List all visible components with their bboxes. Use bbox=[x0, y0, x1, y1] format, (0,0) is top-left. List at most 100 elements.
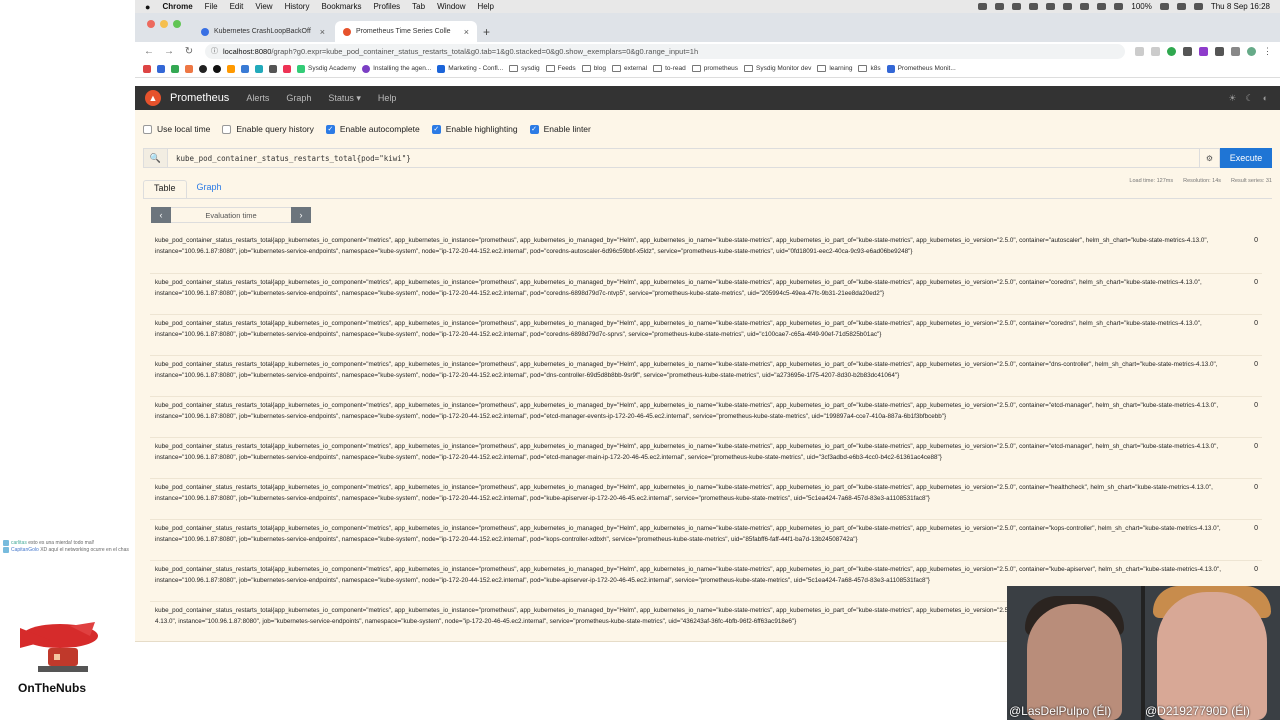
extensions-puzzle-icon[interactable] bbox=[1215, 46, 1224, 56]
status-icon[interactable] bbox=[1012, 3, 1022, 10]
battery-percent[interactable]: 100% bbox=[1131, 2, 1151, 11]
table-row[interactable]: kube_pod_container_status_restarts_total… bbox=[150, 396, 1262, 437]
option-enable-autocomplete[interactable]: ✓ Enable autocomplete bbox=[325, 124, 420, 134]
table-row[interactable]: kube_pod_container_status_restarts_total… bbox=[150, 355, 1262, 396]
menu-profiles[interactable]: Profiles bbox=[373, 2, 400, 11]
back-icon[interactable]: ← bbox=[143, 46, 155, 57]
table-row[interactable]: kube_pod_container_status_restarts_total… bbox=[150, 273, 1262, 314]
checkbox-icon[interactable] bbox=[222, 124, 232, 134]
zoom-window-icon[interactable] bbox=[173, 20, 181, 28]
evaluation-time-input[interactable]: Evaluation time bbox=[171, 207, 291, 223]
bookmark-icon[interactable] bbox=[283, 64, 291, 73]
bookmark-installing-agent[interactable]: Installing the agen... bbox=[362, 64, 431, 73]
bookmark-marketing-confluence[interactable]: Marketing - Confl... bbox=[437, 64, 503, 73]
share-icon[interactable] bbox=[1135, 46, 1144, 56]
nav-help[interactable]: Help bbox=[378, 93, 397, 103]
table-row[interactable]: kube_pod_container_status_restarts_total… bbox=[150, 314, 1262, 355]
browser-tab-active[interactable]: Prometheus Time Series Colle × bbox=[335, 21, 477, 42]
menu-view[interactable]: View bbox=[255, 2, 272, 11]
table-row[interactable]: kube_pod_container_status_restarts_total… bbox=[150, 437, 1262, 478]
metrics-explorer-icon[interactable]: ⚙ bbox=[1200, 148, 1220, 168]
menu-tab[interactable]: Tab bbox=[412, 2, 425, 11]
side-panel-icon[interactable] bbox=[1231, 46, 1240, 56]
tab-graph[interactable]: Graph bbox=[187, 180, 232, 198]
menu-chrome[interactable]: Chrome bbox=[162, 2, 192, 11]
status-icon[interactable] bbox=[995, 3, 1005, 10]
table-row[interactable]: kube_pod_container_status_restarts_total… bbox=[150, 519, 1262, 560]
amazon-bookmark-icon[interactable] bbox=[227, 64, 235, 73]
calendar-bookmark-icon[interactable] bbox=[157, 64, 165, 73]
reload-icon[interactable]: ↻ bbox=[183, 46, 195, 57]
menu-file[interactable]: File bbox=[205, 2, 218, 11]
search-icon[interactable] bbox=[1193, 3, 1203, 10]
bookmark-icon[interactable] bbox=[213, 64, 221, 73]
clock[interactable]: Thu 8 Sep 16:28 bbox=[1211, 2, 1270, 11]
status-icon[interactable] bbox=[978, 3, 988, 10]
apple-menu-icon[interactable]: ● bbox=[145, 2, 150, 12]
browser-tab[interactable]: Kubernetes CrashLoopBackOff × bbox=[193, 21, 333, 42]
bookmark-icon[interactable] bbox=[241, 64, 249, 73]
status-icon[interactable] bbox=[1080, 3, 1090, 10]
battery-icon[interactable] bbox=[1159, 3, 1169, 10]
bookmark-prometheus-monitoring[interactable]: Prometheus Monit... bbox=[886, 64, 956, 73]
bookmark-folder-sysdig[interactable]: sysdig bbox=[509, 65, 540, 72]
auto-theme-icon[interactable]: ◐ bbox=[1263, 93, 1268, 104]
minimize-window-icon[interactable] bbox=[160, 20, 168, 28]
new-tab-icon[interactable]: + bbox=[483, 25, 490, 39]
bookmark-icon[interactable] bbox=[269, 64, 277, 73]
bookmark-sysdig-academy[interactable]: Sysdig Academy bbox=[297, 64, 356, 73]
gmail-bookmark-icon[interactable] bbox=[143, 64, 151, 73]
close-window-icon[interactable] bbox=[147, 20, 155, 28]
bookmark-folder-prometheus[interactable]: prometheus bbox=[691, 65, 738, 72]
bookmark-icon[interactable] bbox=[185, 64, 193, 73]
nav-alerts[interactable]: Alerts bbox=[246, 93, 269, 103]
site-info-icon[interactable]: ⓘ bbox=[211, 46, 218, 56]
execute-button[interactable]: Execute bbox=[1220, 148, 1272, 168]
previous-time-icon[interactable]: ‹ bbox=[151, 207, 171, 223]
checkbox-checked-icon[interactable]: ✓ bbox=[325, 124, 335, 134]
bookmark-folder-feeds[interactable]: Feeds bbox=[545, 65, 576, 72]
option-use-local-time[interactable]: Use local time bbox=[143, 124, 210, 134]
close-tab-icon[interactable]: × bbox=[464, 27, 469, 37]
menu-window[interactable]: Window bbox=[437, 2, 465, 11]
menu-help[interactable]: Help bbox=[478, 2, 494, 11]
prometheus-brand[interactable]: Prometheus bbox=[170, 92, 229, 104]
forward-icon[interactable]: → bbox=[163, 46, 175, 57]
bookmark-folder-k8s[interactable]: k8s bbox=[858, 65, 881, 72]
bookmark-folder-blog[interactable]: blog bbox=[581, 65, 606, 72]
drive-bookmark-icon[interactable] bbox=[171, 64, 179, 73]
checkbox-checked-icon[interactable]: ✓ bbox=[529, 124, 539, 134]
extension-icon[interactable] bbox=[1183, 46, 1192, 56]
more-menu-icon[interactable]: ⋮ bbox=[1263, 46, 1272, 56]
status-icon[interactable] bbox=[1063, 3, 1073, 10]
option-enable-linter[interactable]: ✓ Enable linter bbox=[529, 124, 591, 134]
menu-edit[interactable]: Edit bbox=[230, 2, 244, 11]
extension-icon[interactable] bbox=[1167, 46, 1176, 56]
table-row[interactable]: kube_pod_container_status_restarts_total… bbox=[150, 232, 1262, 273]
bookmark-folder-sysdig-monitor-dev[interactable]: Sysdig Monitor dev bbox=[744, 65, 811, 72]
profile-avatar-icon[interactable] bbox=[1247, 46, 1256, 56]
option-enable-highlighting[interactable]: ✓ Enable highlighting bbox=[431, 124, 518, 134]
menu-history[interactable]: History bbox=[285, 2, 310, 11]
bookmark-folder-external[interactable]: external bbox=[611, 65, 647, 72]
next-time-icon[interactable]: › bbox=[291, 207, 311, 223]
bookmark-folder-learning[interactable]: learning bbox=[817, 65, 852, 72]
bookmark-icon[interactable] bbox=[255, 64, 263, 73]
menu-bookmarks[interactable]: Bookmarks bbox=[321, 2, 361, 11]
wifi-icon[interactable] bbox=[1176, 3, 1186, 10]
tab-table[interactable]: Table bbox=[143, 180, 187, 198]
bookmark-star-icon[interactable] bbox=[1151, 46, 1160, 56]
status-icon[interactable] bbox=[1046, 3, 1056, 10]
nav-status-dropdown[interactable]: Status ▾ bbox=[328, 93, 361, 104]
option-enable-query-history[interactable]: Enable query history bbox=[222, 124, 314, 134]
status-icon[interactable] bbox=[1114, 3, 1124, 10]
status-icon[interactable] bbox=[1029, 3, 1039, 10]
nav-graph[interactable]: Graph bbox=[286, 93, 311, 103]
dark-theme-icon[interactable]: ☾ bbox=[1245, 93, 1253, 104]
prometheus-logo-icon[interactable]: ▲ bbox=[145, 90, 161, 106]
checkbox-icon[interactable] bbox=[143, 124, 152, 134]
status-icon[interactable] bbox=[1097, 3, 1107, 10]
address-bar[interactable]: ⓘ localhost:8080/graph?g0.expr=kube_pod_… bbox=[205, 43, 1125, 59]
light-theme-icon[interactable]: ☀ bbox=[1228, 93, 1236, 104]
expression-input[interactable]: kube_pod_container_status_restarts_total… bbox=[167, 148, 1200, 168]
